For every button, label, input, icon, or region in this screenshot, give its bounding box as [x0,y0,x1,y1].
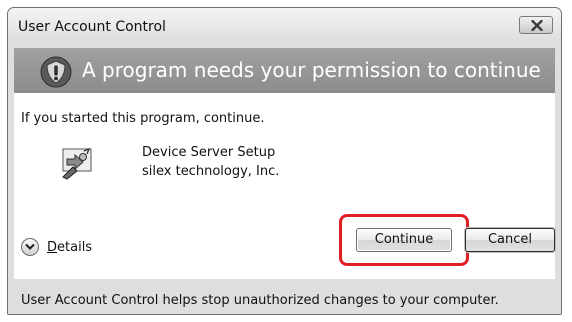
uac-dialog: User Account Control A program needs you… [7,7,562,315]
banner-heading: A program needs your permission to conti… [82,58,541,82]
close-button[interactable] [519,16,553,34]
cancel-button[interactable]: Cancel [465,228,555,252]
device-server-setup-icon [62,147,92,180]
content-panel: If you started this program, continue. D… [14,93,555,279]
details-label: Details [47,240,93,255]
continue-button[interactable]: Continue [356,228,452,252]
window-title: User Account Control [18,19,166,35]
title-bar: User Account Control [8,8,561,44]
shield-warning-icon [40,56,72,88]
permission-banner: A program needs your permission to conti… [14,48,555,93]
chevron-down-icon [21,238,39,256]
instruction-text: If you started this program, continue. [21,111,265,126]
program-name: Device Server Setup [142,145,276,160]
footer-text: User Account Control helps stop unauthor… [21,293,499,308]
publisher-name: silex technology, Inc. [142,164,280,179]
close-icon [531,20,543,31]
